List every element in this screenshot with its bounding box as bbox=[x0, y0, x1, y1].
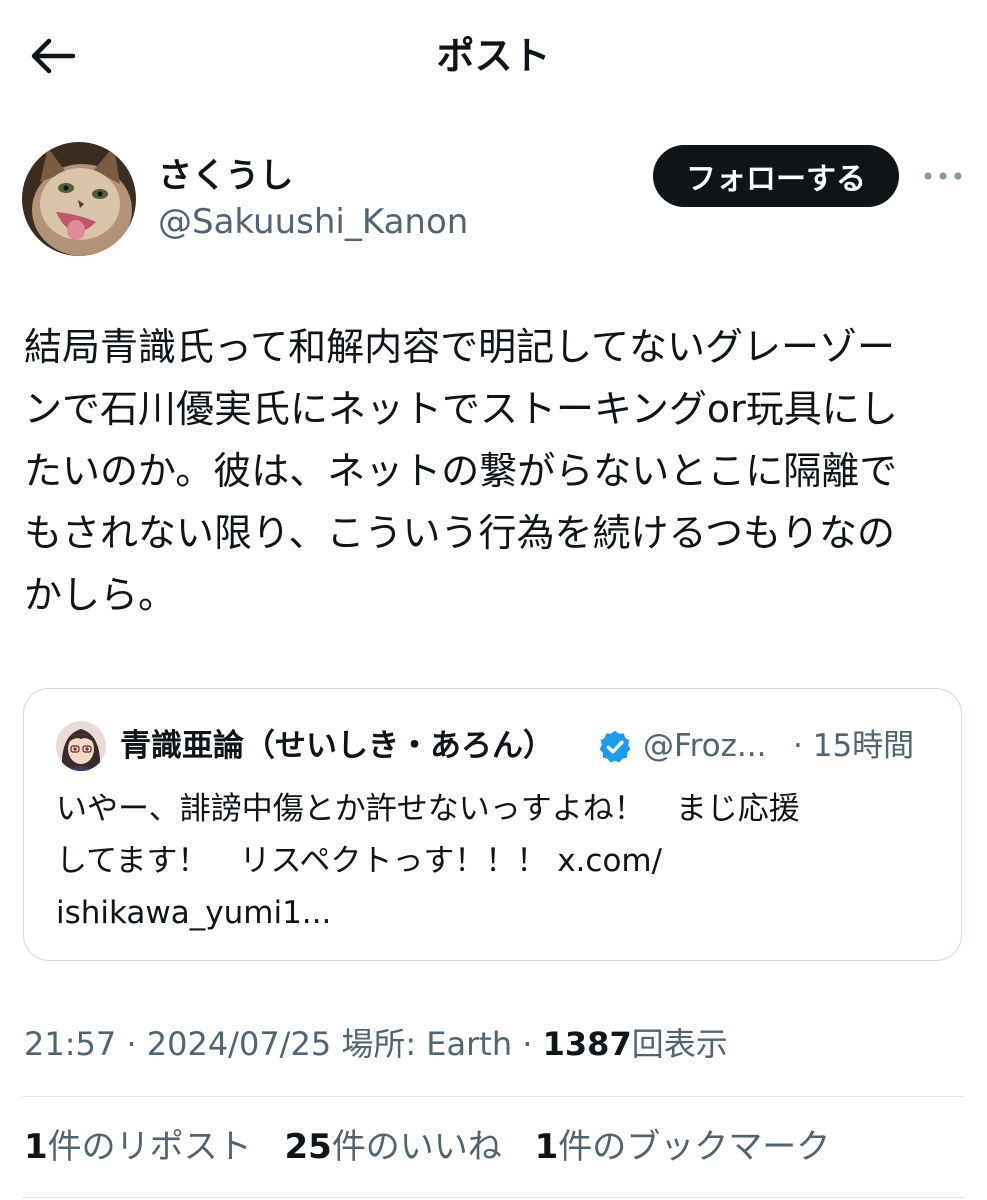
more-options-button[interactable] bbox=[918, 158, 968, 194]
cat-avatar-image bbox=[22, 142, 136, 256]
post-meta: 21:57 · 2024/07/25 場所: Earth · 1387回表示 bbox=[24, 1020, 728, 1068]
anime-avatar-image bbox=[56, 721, 106, 771]
quoted-time-value: 15時間 bbox=[812, 728, 915, 764]
post-date: 2024/07/25 bbox=[146, 1025, 332, 1063]
bookmarks-stat[interactable]: 1件のブックマーク bbox=[535, 1122, 831, 1172]
quoted-post-text: いやー、誹謗中傷とか許せないっすよね！ まじ応援 してます！ リスペクトっす！！… bbox=[56, 791, 800, 931]
author-display-name[interactable]: さくうし bbox=[158, 154, 293, 198]
bookmarks-label: 件のブックマーク bbox=[558, 1127, 831, 1167]
post-time: 21:57 bbox=[24, 1025, 117, 1063]
quoted-author-name: 青識亜論（せいしき・あろん） bbox=[120, 728, 554, 764]
quoted-time-separator: · bbox=[793, 728, 803, 764]
post-text: 結局青識氏って和解内容で明記してないグレーゾー ンで石川優実氏にネットでストーキ… bbox=[24, 325, 898, 617]
meta-separator: · bbox=[126, 1025, 137, 1063]
quoted-post-card[interactable]: 青識亜論（せいしき・あろん） @Froz... · 15時間 いやー、誹謗中傷と… bbox=[23, 688, 962, 961]
author-avatar[interactable] bbox=[22, 142, 136, 256]
bookmarks-count: 1 bbox=[534, 1127, 559, 1167]
quoted-author-handle: @Froz... bbox=[643, 728, 767, 764]
engagement-stats: 1件のリポスト 25件のいいね 1件のブックマーク bbox=[24, 1122, 852, 1172]
divider bbox=[22, 1096, 964, 1097]
more-dots-icon bbox=[924, 172, 962, 180]
reposts-stat[interactable]: 1件のリポスト bbox=[24, 1122, 252, 1172]
post-location: 場所: Earth bbox=[341, 1025, 513, 1063]
likes-label: 件のいいね bbox=[331, 1127, 502, 1167]
quoted-author-avatar bbox=[56, 721, 106, 771]
author-handle[interactable]: @Sakuushi_Kanon bbox=[158, 200, 468, 244]
views-label: 回表示 bbox=[631, 1025, 728, 1063]
divider bbox=[22, 1197, 964, 1198]
likes-stat[interactable]: 25件のいいね bbox=[284, 1122, 501, 1172]
top-bar: ポスト bbox=[0, 0, 987, 112]
views-count: 1387 bbox=[542, 1025, 632, 1063]
likes-count: 25 bbox=[284, 1127, 332, 1167]
verified-badge-icon bbox=[599, 730, 631, 763]
meta-separator: · bbox=[522, 1025, 533, 1063]
follow-button[interactable]: フォローする bbox=[653, 145, 899, 207]
quoted-post-time: · 15時間 bbox=[793, 723, 914, 769]
reposts-label: 件のリポスト bbox=[47, 1127, 252, 1167]
reposts-count: 1 bbox=[24, 1127, 48, 1167]
page-title: ポスト bbox=[436, 34, 551, 78]
